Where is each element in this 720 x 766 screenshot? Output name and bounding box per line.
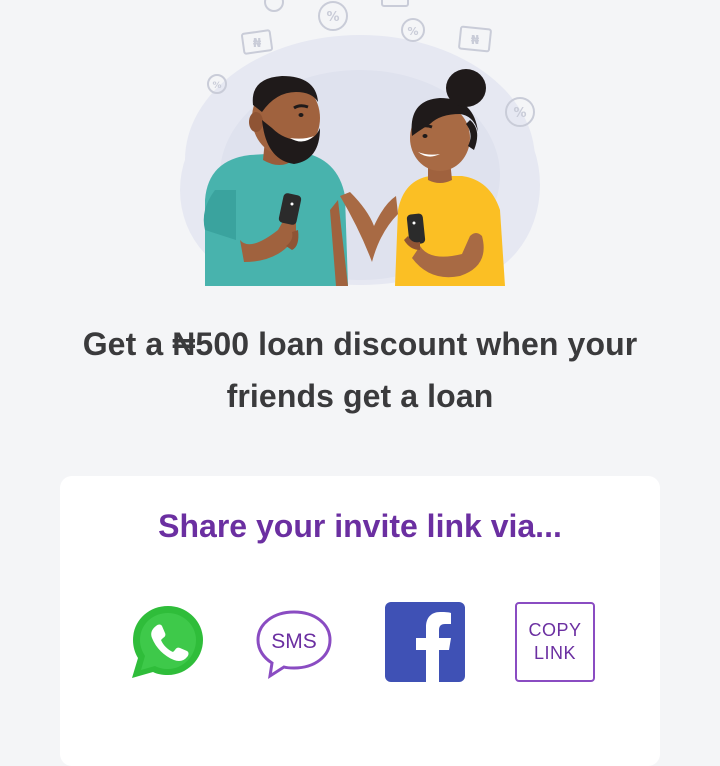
naira-symbol: ₦ [471, 33, 480, 47]
facebook-icon [385, 602, 465, 682]
hero-illustration: % % % % ₦ ₦ [0, 0, 720, 290]
copy-link-label-line2: LINK [533, 643, 577, 663]
percent-symbol: % [212, 81, 221, 91]
percent-symbol: % [407, 25, 418, 38]
copy-link-box: COPY LINK [515, 602, 595, 682]
share-card: Share your invite link via... SMS COPY L… [60, 476, 660, 766]
promo-headline-line2: friends get a loan [226, 378, 494, 414]
copy-link-label-line1: COPY [528, 620, 582, 640]
sms-label: SMS [271, 630, 317, 653]
share-title: Share your invite link via... [158, 508, 562, 544]
promo-headline: Get a ₦500 loan discount when your frien… [60, 318, 660, 422]
share-facebook-button[interactable] [385, 602, 465, 682]
share-sms-button[interactable]: SMS [254, 602, 334, 682]
percent-symbol: % [513, 106, 526, 121]
promo-headline-line1: Get a ₦500 loan discount when your [82, 326, 638, 362]
friends-sharing-illustration: % % % % ₦ ₦ [180, 0, 540, 286]
sms-icon: SMS [256, 610, 332, 680]
naira-symbol: ₦ [253, 36, 262, 50]
percent-symbol: % [326, 10, 339, 25]
share-whatsapp-button[interactable] [128, 602, 208, 682]
copy-link-button[interactable]: COPY LINK [515, 602, 595, 682]
whatsapp-icon [132, 606, 203, 678]
